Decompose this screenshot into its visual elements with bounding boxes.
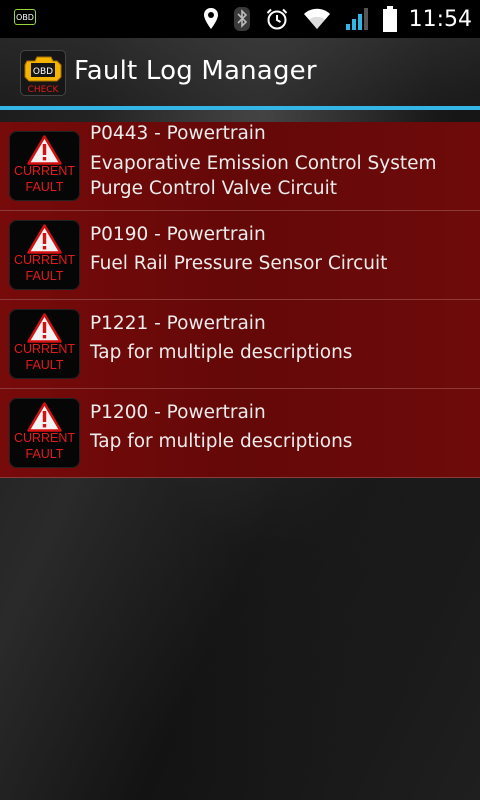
fault-list-item[interactable]: CURRENT FAULT P1221 - Powertrain Tap for…: [0, 300, 480, 389]
battery-icon: [382, 6, 397, 32]
app-icon-bottom-text: CHECK: [28, 85, 60, 95]
fault-code-title: P0190 - Powertrain: [90, 224, 266, 245]
warning-triangle-icon: [27, 135, 62, 165]
obd-notification-label: OBD: [14, 9, 36, 25]
fault-description-line: Fuel Rail Pressure Sensor Circuit: [90, 253, 388, 274]
warning-triangle-icon: [27, 402, 62, 432]
status-bar: OBD 11:54: [0, 0, 480, 38]
warning-triangle-icon: [27, 224, 62, 254]
fault-code-title: P1200 - Powertrain: [90, 402, 266, 423]
clock-time: 11:54: [408, 6, 472, 32]
obd-notification-icon: OBD: [14, 9, 36, 25]
location-icon: [203, 7, 219, 31]
badge-line-fault: FAULT: [25, 269, 64, 283]
fault-list-item[interactable]: CURRENT FAULT P1200 - Powertrain Tap for…: [0, 389, 480, 478]
current-fault-badge: CURRENT FAULT: [9, 398, 80, 468]
badge-line-fault: FAULT: [25, 358, 64, 372]
fault-list-item[interactable]: CURRENT FAULT P0190 - Powertrain Fuel Ra…: [0, 211, 480, 300]
fault-description-line: Tap for multiple descriptions: [90, 342, 353, 363]
app-title: Fault Log Manager: [74, 56, 317, 86]
current-fault-badge: CURRENT FAULT: [9, 309, 80, 379]
fault-code-title: P0443 - Powertrain: [90, 123, 266, 144]
obd-check-app-icon[interactable]: OBD CHECK: [20, 50, 66, 96]
warning-triangle-icon: [27, 313, 62, 343]
badge-line-fault: FAULT: [25, 447, 64, 461]
fault-description-line: Evaporative Emission Control System: [90, 153, 437, 174]
fault-description-line: Tap for multiple descriptions: [90, 431, 353, 452]
badge-line-current: CURRENT: [13, 253, 76, 267]
signal-icon: [345, 7, 369, 31]
app-icon-top-text: OBD: [33, 67, 53, 77]
status-icons: 11:54: [189, 6, 472, 32]
action-bar: OBD CHECK Fault Log Manager: [0, 38, 480, 110]
current-fault-badge: CURRENT FAULT: [9, 220, 80, 290]
badge-line-current: CURRENT: [13, 431, 76, 445]
fault-code-title: P1221 - Powertrain: [90, 313, 266, 334]
badge-line-current: CURRENT: [13, 164, 76, 178]
wifi-icon: [303, 8, 331, 30]
badge-line-current: CURRENT: [13, 342, 76, 356]
fault-list: CURRENT FAULT P0443 - Powertrain Evapora…: [0, 122, 480, 478]
bluetooth-icon: [233, 6, 251, 32]
fault-description-line: Purge Control Valve Circuit: [90, 178, 338, 199]
engine-check-icon: OBD CHECK: [24, 56, 62, 95]
fault-list-item[interactable]: CURRENT FAULT P0443 - Powertrain Evapora…: [0, 122, 480, 211]
current-fault-badge: CURRENT FAULT: [9, 131, 80, 201]
badge-line-fault: FAULT: [25, 180, 64, 194]
alarm-icon: [265, 7, 289, 31]
